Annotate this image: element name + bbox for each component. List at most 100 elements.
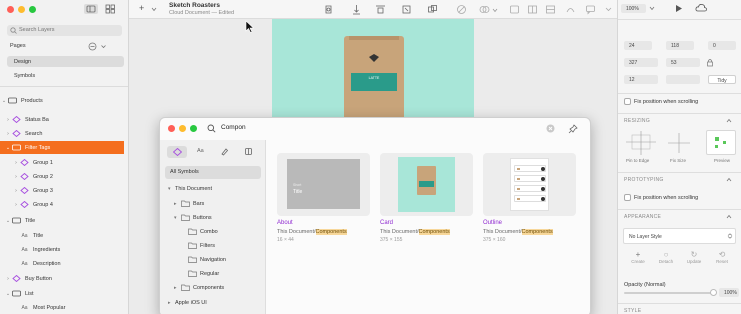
- popup-close-button[interactable]: [168, 125, 175, 132]
- chevron-down-icon[interactable]: ⌄: [4, 145, 12, 151]
- fix-size-control[interactable]: [664, 131, 694, 155]
- layer-buy-button[interactable]: › Buy Button: [0, 272, 128, 285]
- chevron-right-icon[interactable]: ▸: [174, 201, 181, 207]
- layer-search[interactable]: [7, 25, 122, 36]
- cloud-icon[interactable]: [695, 3, 708, 13]
- chevron-right-icon[interactable]: ›: [4, 117, 12, 123]
- pin-to-edge-control[interactable]: [626, 131, 656, 155]
- add-page-icon[interactable]: [88, 42, 97, 51]
- nav-components[interactable]: ▸ Components: [174, 284, 224, 291]
- layer-title-text[interactable]: Aa Title: [0, 229, 128, 242]
- chevron-updown-icon[interactable]: [727, 233, 733, 239]
- layer-filter-tags[interactable]: ⌄ Filter Tags: [0, 141, 124, 154]
- opacity-slider[interactable]: [624, 292, 714, 294]
- component-card-about[interactable]: Short Title: [277, 153, 370, 216]
- align-icon[interactable]: [375, 4, 386, 15]
- opacity-slider-thumb[interactable]: [710, 289, 717, 296]
- zoom-window-button[interactable]: [29, 6, 36, 13]
- chevron-down-icon[interactable]: ▾: [174, 215, 181, 221]
- component-card-card[interactable]: [380, 153, 473, 216]
- symbol-create-icon[interactable]: [323, 4, 334, 15]
- chevron-down-icon[interactable]: [151, 7, 157, 12]
- layer-group-3[interactable]: › Group 3: [0, 184, 128, 197]
- tidy-button[interactable]: Tidy: [708, 75, 736, 84]
- nav-this-document[interactable]: ▾ This Document: [168, 186, 212, 192]
- width-field[interactable]: 327: [624, 58, 658, 67]
- prototype-icon[interactable]: [565, 4, 576, 15]
- x-field[interactable]: 24: [624, 41, 652, 50]
- detach-style-button[interactable]: ○ Detach: [654, 250, 678, 265]
- chevron-up-icon[interactable]: [726, 214, 732, 219]
- page-item-symbols[interactable]: Symbols: [7, 70, 124, 81]
- secondary-field[interactable]: [666, 75, 700, 84]
- flatten-icon[interactable]: [427, 4, 438, 15]
- nav-combo[interactable]: Combo: [188, 228, 218, 235]
- popup-minimize-button[interactable]: [179, 125, 186, 132]
- chevron-right-icon[interactable]: ›: [4, 276, 12, 282]
- chevron-down-icon[interactable]: ▾: [168, 186, 175, 192]
- fix-position-checkbox[interactable]: [624, 98, 631, 105]
- chevron-down-icon[interactable]: ⌄: [0, 98, 8, 104]
- chevron-right-icon[interactable]: ▸: [174, 285, 181, 291]
- chevron-right-icon[interactable]: ›: [12, 160, 20, 166]
- scale-icon[interactable]: [401, 4, 412, 15]
- layer-group-1[interactable]: › Group 1: [0, 156, 128, 169]
- layer-status-bar[interactable]: › Status Ba: [0, 113, 128, 126]
- layer-ingredients[interactable]: Aa Ingredients: [0, 243, 128, 256]
- create-style-button[interactable]: + Create: [626, 250, 650, 265]
- tab-text-styles[interactable]: Aa: [197, 148, 204, 154]
- tab-symbols[interactable]: [167, 146, 187, 158]
- layout-icon[interactable]: [527, 4, 538, 15]
- clear-search-icon[interactable]: [546, 124, 555, 133]
- popup-search-input[interactable]: Compon: [221, 124, 246, 131]
- popup-zoom-button[interactable]: [190, 125, 197, 132]
- layer-most-popular[interactable]: Aa Most Popular: [0, 301, 128, 314]
- chevron-down-icon[interactable]: [100, 43, 107, 50]
- nav-apple-ios-ui[interactable]: ▸ Apple iOS UI: [168, 300, 207, 306]
- chevron-right-icon[interactable]: ›: [12, 174, 20, 180]
- play-icon[interactable]: [674, 4, 683, 13]
- y-field[interactable]: 118: [666, 41, 694, 50]
- chevron-down-icon[interactable]: [603, 4, 614, 15]
- nav-all-symbols[interactable]: All Symbols: [165, 166, 261, 179]
- boolean-icon[interactable]: [479, 4, 490, 15]
- layer-search[interactable]: › Search: [0, 127, 128, 140]
- chevron-right-icon[interactable]: ▸: [168, 300, 175, 306]
- tab-layer-styles[interactable]: [220, 147, 229, 156]
- pin-icon[interactable]: [568, 124, 578, 134]
- height-field[interactable]: 53: [666, 58, 700, 67]
- radius-field[interactable]: 12: [624, 75, 658, 84]
- layer-group-4[interactable]: › Group 4: [0, 198, 128, 211]
- nav-bars[interactable]: ▸ Bars: [174, 200, 204, 207]
- layer-description[interactable]: Aa Description: [0, 257, 128, 270]
- close-window-button[interactable]: [7, 6, 14, 13]
- chevron-up-icon[interactable]: [726, 177, 732, 182]
- fix-position-prototype-checkbox[interactable]: [624, 194, 631, 201]
- layer-group-2[interactable]: › Group 2: [0, 170, 128, 183]
- nav-regular[interactable]: Regular: [188, 270, 219, 277]
- components-view-toggle[interactable]: [104, 4, 116, 14]
- chevron-down-icon[interactable]: [492, 8, 498, 13]
- preview-icon[interactable]: [509, 4, 520, 15]
- lock-icon[interactable]: [706, 58, 714, 67]
- chevron-up-icon[interactable]: [726, 118, 732, 123]
- page-item-design[interactable]: Design: [7, 56, 124, 67]
- component-card-outline[interactable]: [483, 153, 576, 216]
- distribute-icon[interactable]: [351, 4, 362, 15]
- reset-style-button[interactable]: ⟲ Reset: [710, 250, 734, 265]
- chevron-right-icon[interactable]: ›: [12, 188, 20, 194]
- rotation-field[interactable]: 0: [708, 41, 736, 50]
- chevron-right-icon[interactable]: ›: [4, 131, 12, 137]
- layer-list[interactable]: ⌄ List: [0, 287, 128, 300]
- comment-icon[interactable]: [585, 4, 596, 15]
- layer-products[interactable]: ⌄ Products: [0, 94, 128, 107]
- nav-buttons[interactable]: ▾ Buttons: [174, 214, 212, 221]
- tab-color-variables[interactable]: [244, 147, 253, 156]
- zoom-select[interactable]: 100%: [621, 4, 646, 13]
- chevron-down-icon[interactable]: ⌄: [4, 291, 12, 297]
- nav-navigation[interactable]: Navigation: [188, 256, 226, 263]
- layer-style-select[interactable]: No Layer Style: [623, 228, 736, 244]
- chevron-down-icon[interactable]: [649, 6, 655, 11]
- update-style-button[interactable]: ↻ Update: [682, 250, 706, 265]
- insert-button[interactable]: +: [139, 3, 144, 13]
